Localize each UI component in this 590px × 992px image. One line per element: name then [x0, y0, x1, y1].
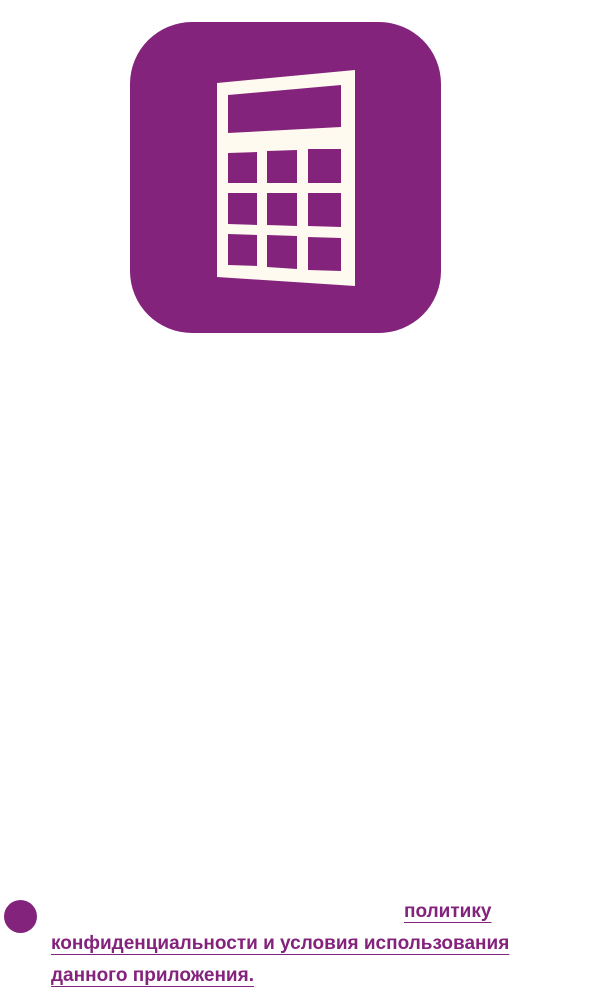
privacy-policy-link[interactable]: политику — [404, 896, 491, 928]
privacy-policy-link-end[interactable]: данного приложения. — [51, 960, 254, 992]
app-icon-background — [130, 22, 441, 333]
consent-checkbox[interactable] — [4, 900, 37, 933]
privacy-policy-link-cont[interactable]: конфиденциальности и условия использован… — [51, 928, 509, 960]
app-icon — [130, 22, 441, 333]
